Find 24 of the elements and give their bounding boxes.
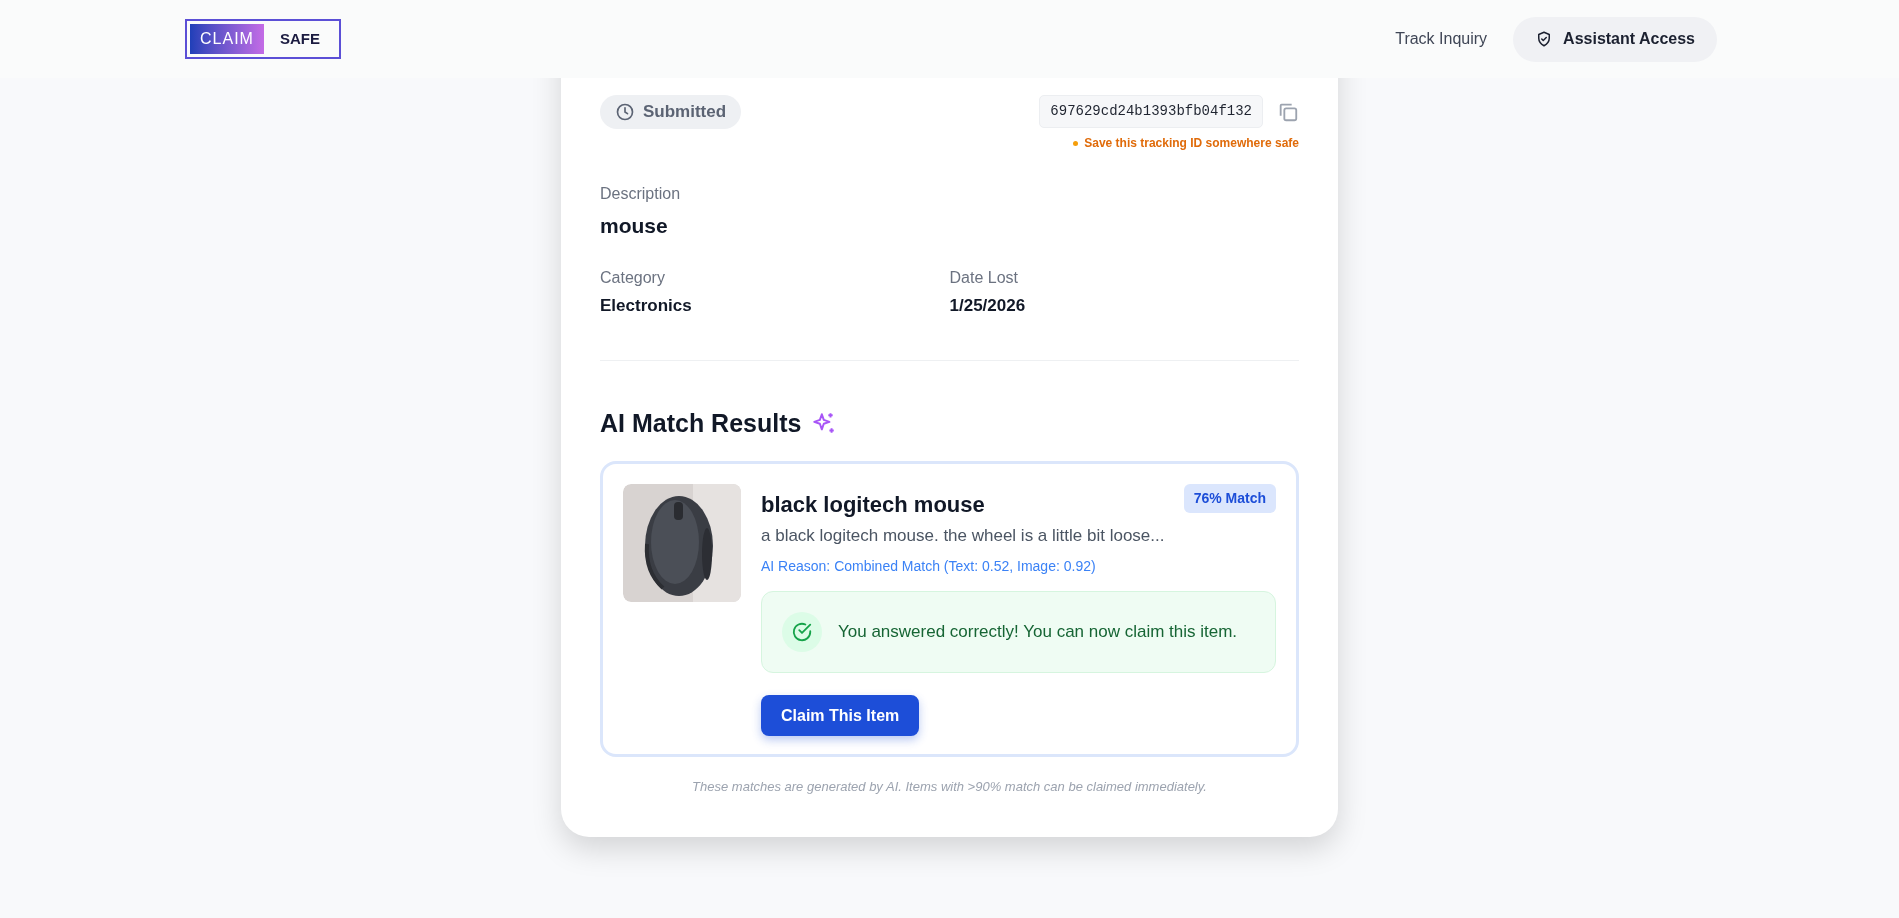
assistant-access-button[interactable]: Assistant Access — [1513, 16, 1717, 62]
field-value: 1/25/2026 — [949, 294, 1027, 317]
section-title: AI Match Results — [600, 408, 802, 439]
field-value: mouse — [600, 213, 669, 239]
footnote: These matches are generated by AI. Items with >90% match can be claimed immediately. — [691, 778, 1208, 796]
success-message: You answered correctly! You can now claim this item. — [838, 621, 1238, 644]
bullet-icon — [1073, 140, 1079, 146]
field-value: Electronics — [600, 294, 693, 317]
ai-reason: AI Reason: Combined Match (Text: 0.52, Image: 0.92) — [761, 557, 1097, 576]
logo[interactable]: CLAIM SAFE — [185, 19, 341, 59]
match-title: black logitech mouse — [761, 490, 985, 519]
claim-button[interactable]: Claim This Item — [761, 695, 920, 736]
match-description: a black logitech mouse. the wheel is a little bit loose... — [761, 524, 1166, 547]
match-percent: 76% Match — [1183, 483, 1276, 513]
field-label: Description — [600, 184, 682, 204]
clock-icon — [615, 102, 635, 122]
nav-link[interactable]: Track Inquiry — [1395, 27, 1488, 51]
field-label: Category — [600, 267, 666, 288]
tracking-id-note: Save this tracking ID somewhere safe — [1084, 135, 1299, 152]
logo-text: CLAIM — [190, 24, 264, 54]
status-badge: Submitted — [600, 95, 742, 129]
inquiry-id: 697629cd24b1393bfb04f132 — [1039, 95, 1263, 128]
logo-text: SAFE — [278, 28, 321, 49]
field-label: Date Lost — [949, 267, 1019, 288]
